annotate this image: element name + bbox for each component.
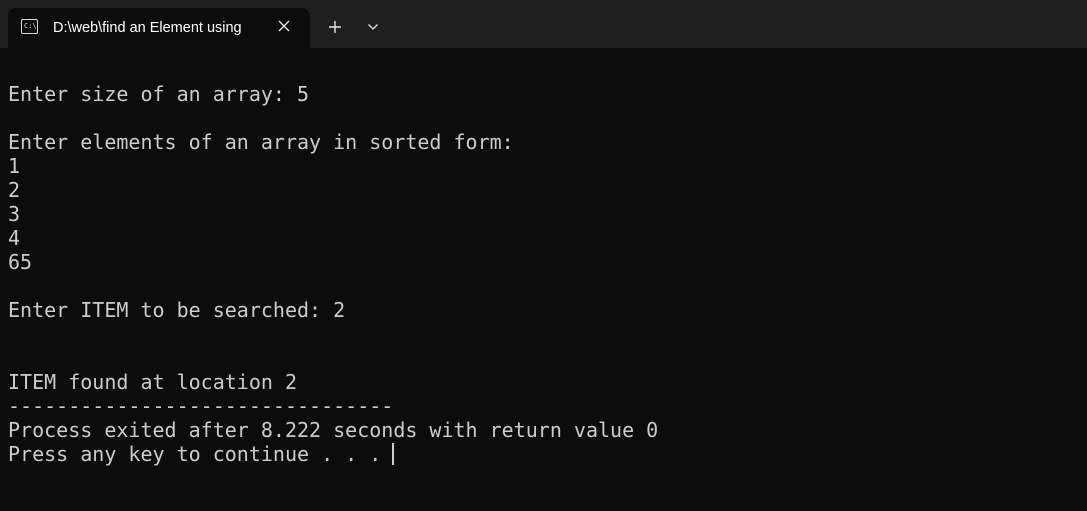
terminal-line: Enter ITEM to be searched: 2 <box>8 298 346 322</box>
terminal-line: 2 <box>8 178 21 202</box>
new-tab-button[interactable] <box>322 14 348 40</box>
terminal-output[interactable]: Enter size of an array: 5 Enter elements… <box>0 48 1087 511</box>
terminal-line: -------------------------------- <box>8 394 394 418</box>
close-tab-button[interactable] <box>272 14 296 38</box>
terminal-tab[interactable]: C:\ D:\web\find an Element using <box>8 8 310 48</box>
title-bar: C:\ D:\web\find an Element using <box>0 0 1087 48</box>
terminal-line: 4 <box>8 226 21 250</box>
terminal-line: 1 <box>8 154 21 178</box>
chevron-down-icon <box>368 24 378 30</box>
terminal-line: Press any key to continue . . . <box>8 442 394 466</box>
terminal-line: Enter elements of an array in sorted for… <box>8 130 514 154</box>
tab-dropdown-button[interactable] <box>360 14 386 40</box>
terminal-line: Enter size of an array: 5 <box>8 82 310 106</box>
text-cursor <box>392 443 394 465</box>
terminal-line: 65 <box>8 250 33 274</box>
plus-icon <box>329 21 341 33</box>
terminal-line: ITEM found at location 2 <box>8 370 297 394</box>
terminal-line: Process exited after 8.222 seconds with … <box>8 418 659 442</box>
terminal-line: 3 <box>8 202 21 226</box>
close-icon <box>278 20 290 32</box>
tab-title: D:\web\find an Element using <box>53 20 242 36</box>
console-icon: C:\ <box>21 19 38 34</box>
